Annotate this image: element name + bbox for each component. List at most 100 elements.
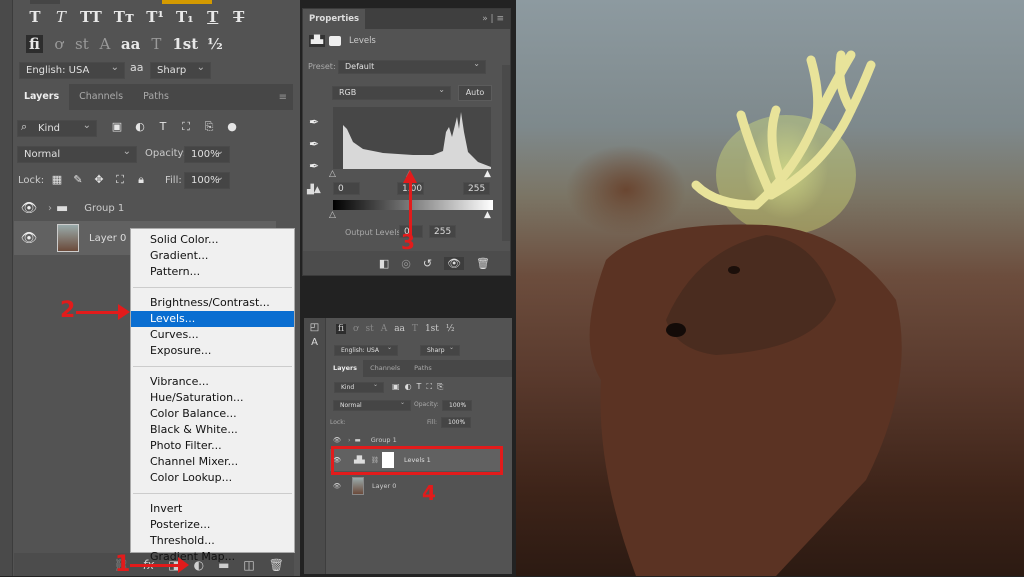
lock-transparent-icon[interactable]: ▦ (50, 173, 64, 187)
adjustment-filter-icon[interactable]: ◐ (133, 120, 147, 134)
menu-item-hue-saturation[interactable]: Hue/Saturation... (131, 390, 294, 406)
layer-row-group-1[interactable]: 👁︎ › ▬ Group 1 (330, 433, 505, 447)
input-black-field[interactable]: 0 (333, 182, 360, 195)
fill-field[interactable]: 100% (184, 170, 230, 189)
visibility-eye-icon[interactable]: 👁︎ (330, 482, 344, 490)
menu-item-levels[interactable]: Levels... (131, 311, 294, 327)
old-style-button[interactable]: ơ (52, 35, 66, 53)
tab-layers[interactable]: Layers (327, 360, 364, 377)
type-filter-icon[interactable]: T (417, 382, 422, 392)
output-white-slider[interactable]: ▲ (484, 210, 491, 220)
panel-menu-icon[interactable]: » | ≡ (482, 14, 504, 24)
shape-filter-icon[interactable]: ⛶ (426, 382, 432, 392)
discretionary-ligatures-button[interactable]: st (75, 35, 89, 53)
type-filter-icon[interactable]: T (156, 120, 170, 134)
auto-button[interactable]: Auto (458, 85, 492, 101)
titling-button[interactable]: T (149, 35, 163, 53)
layer-row-group-1[interactable]: 👁︎ › ▬ Group 1 (14, 193, 276, 223)
output-black-slider[interactable]: △ (329, 210, 336, 220)
shape-filter-icon[interactable]: ⛶ (179, 120, 193, 134)
opacity-field[interactable]: 100% (442, 398, 472, 411)
clipping-icon[interactable]: ▟▲ (307, 185, 321, 195)
lock-artboard-icon[interactable]: ⛶ (113, 173, 127, 187)
panel-menu-icon[interactable]: ≡ (279, 92, 287, 103)
faux-bold-button[interactable]: T (28, 8, 42, 26)
visibility-eye-icon[interactable]: 👁︎ (14, 231, 44, 246)
menu-item-brightness-contrast[interactable]: Brightness/Contrast... (131, 295, 294, 311)
preset-dropdown[interactable]: Default (338, 58, 486, 74)
superscript-button[interactable]: T¹ (146, 8, 164, 26)
menu-item-gradient[interactable]: Gradient... (131, 248, 294, 264)
visibility-eye-icon[interactable]: 👁︎ (14, 201, 44, 216)
blend-mode-dropdown[interactable]: Normal (333, 398, 411, 411)
faux-italic-button[interactable]: T (54, 8, 68, 26)
lock-paint-icon[interactable]: ✎ (71, 173, 85, 187)
clip-to-layer-icon[interactable]: ◧ (379, 257, 389, 270)
tab-channels[interactable]: Channels (363, 360, 407, 377)
input-black-slider[interactable]: △ (329, 169, 336, 179)
reset-icon[interactable]: ↺ (423, 257, 432, 270)
pixel-filter-icon[interactable]: ▣ (392, 382, 400, 392)
lock-all-icon[interactable]: 🔒︎ (134, 173, 148, 187)
smart-object-filter-icon[interactable]: ⎘ (202, 120, 216, 134)
ligatures-button[interactable]: fi (336, 324, 347, 334)
opacity-field[interactable]: 100% (184, 144, 230, 163)
visibility-eye-icon[interactable]: 👁︎ (330, 436, 344, 444)
canvas-image-deer[interactable] (516, 0, 1024, 576)
expand-chevron-icon[interactable]: › (48, 203, 52, 214)
all-caps-button[interactable]: TT (80, 8, 102, 26)
language-dropdown[interactable]: English: USA (19, 60, 125, 79)
antialias-dropdown[interactable]: Sharp (420, 343, 460, 356)
output-white-field[interactable]: 255 (429, 225, 456, 238)
white-eyedropper-icon[interactable]: ✒ (309, 155, 319, 177)
layer-row-layer-0[interactable]: 👁︎ Layer 0 (330, 476, 502, 496)
menu-item-solid-color[interactable]: Solid Color... (131, 232, 294, 248)
input-white-slider[interactable]: ▲ (484, 169, 491, 179)
smart-object-filter-icon[interactable]: ⎘ (437, 382, 443, 392)
menu-item-threshold[interactable]: Threshold... (131, 533, 294, 549)
menu-item-curves[interactable]: Curves... (131, 327, 294, 343)
channel-dropdown[interactable]: RGB (332, 84, 451, 100)
menu-item-color-lookup[interactable]: Color Lookup... (131, 470, 294, 486)
menu-item-vibrance[interactable]: Vibrance... (131, 374, 294, 390)
menu-item-invert[interactable]: Invert (131, 501, 294, 517)
filter-toggle-icon[interactable]: ● (225, 120, 239, 134)
pixel-filter-icon[interactable]: ▣ (110, 120, 124, 134)
fill-field[interactable]: 100% (441, 415, 471, 428)
filter-kind-dropdown[interactable]: Kind (334, 380, 384, 393)
view-previous-icon[interactable]: ◎ (401, 257, 411, 270)
swash-button[interactable]: A (98, 35, 112, 53)
lock-position-icon[interactable]: ✥ (92, 173, 106, 187)
stylistic-alternates-button[interactable]: aa (121, 35, 140, 53)
input-white-field[interactable]: 255 (463, 182, 490, 195)
tab-paths[interactable]: Paths (133, 84, 179, 110)
fractions-button[interactable]: ½ (207, 35, 223, 53)
small-caps-button[interactable]: Tт (114, 8, 134, 26)
filter-kind-dropdown[interactable]: Kind (17, 118, 97, 137)
tab-paths[interactable]: Paths (407, 360, 439, 377)
underline-button[interactable]: T (206, 8, 220, 26)
black-eyedropper-icon[interactable]: ✒ (309, 111, 319, 133)
menu-item-exposure[interactable]: Exposure... (131, 343, 294, 359)
menu-item-color-balance[interactable]: Color Balance... (131, 406, 294, 422)
paragraph-panel-icon[interactable]: A (304, 337, 325, 348)
menu-item-pattern[interactable]: Pattern... (131, 264, 294, 280)
delete-adjustment-icon[interactable]: 🗑︎ (476, 257, 490, 270)
toggle-visibility-icon[interactable]: 👁︎ (444, 256, 465, 270)
menu-item-channel-mixer[interactable]: Channel Mixer... (131, 454, 294, 470)
adjustment-filter-icon[interactable]: ◐ (405, 382, 412, 392)
blend-mode-dropdown[interactable]: Normal (17, 144, 137, 163)
properties-scrollbar[interactable] (502, 65, 510, 241)
character-panel-icon[interactable]: ◰ (304, 322, 325, 333)
strikethrough-button[interactable]: T (232, 8, 246, 26)
menu-item-photo-filter[interactable]: Photo Filter... (131, 438, 294, 454)
gray-eyedropper-icon[interactable]: ✒ (309, 133, 319, 155)
ligatures-button[interactable]: fi (26, 35, 43, 53)
antialias-dropdown[interactable]: Sharp (150, 60, 211, 79)
language-dropdown[interactable]: English: USA (334, 343, 398, 356)
color-swatch[interactable] (162, 0, 212, 4)
ordinals-button[interactable]: 1st (172, 35, 198, 53)
menu-item-gradient-map[interactable]: Gradient Map... (131, 549, 294, 565)
menu-item-posterize[interactable]: Posterize... (131, 517, 294, 533)
tab-channels[interactable]: Channels (69, 84, 133, 110)
